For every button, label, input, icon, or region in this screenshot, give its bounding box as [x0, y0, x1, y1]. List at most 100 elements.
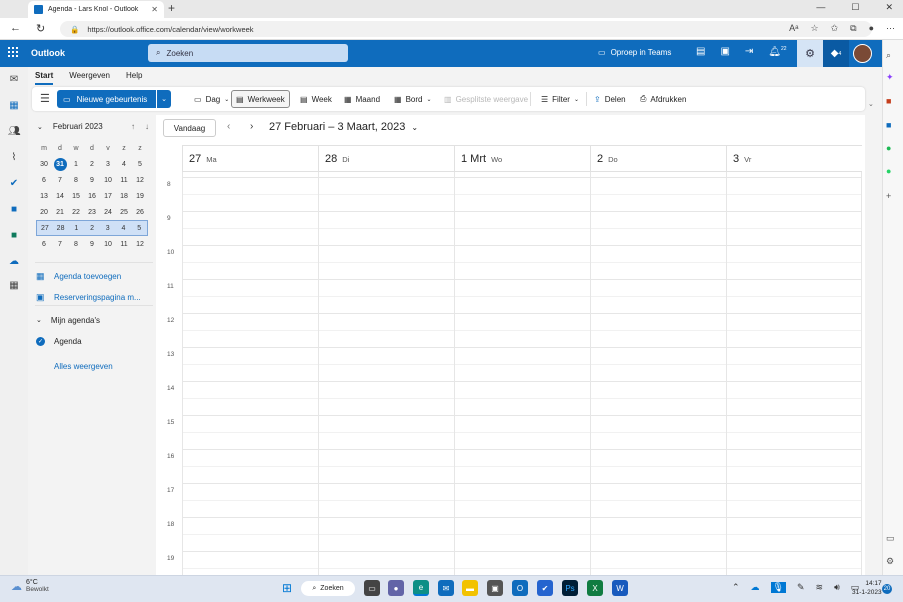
back-icon[interactable]: ←	[10, 22, 21, 34]
ribbon-expand-icon[interactable]: ⌄	[868, 100, 874, 108]
store-icon[interactable]: ▣	[487, 580, 503, 596]
profile-icon[interactable]: ●	[869, 23, 874, 34]
mini-calendar-day[interactable]: 6	[36, 174, 52, 187]
day-header[interactable]: 2 Do	[590, 146, 726, 171]
word-icon[interactable]: W	[612, 580, 628, 596]
url-field[interactable]: 🔒 https://outlook.office.com/calendar/vi…	[60, 21, 872, 37]
mini-calendar-day[interactable]: 15	[68, 190, 84, 203]
hour-row[interactable]: 13	[156, 345, 862, 379]
excel-icon[interactable]: X	[587, 580, 603, 596]
todo-icon[interactable]: ✔	[8, 178, 20, 189]
copilot-icon[interactable]: ✦	[886, 72, 894, 83]
new-tab-icon[interactable]: +	[168, 1, 175, 15]
new-event-button[interactable]: ▭ Nieuwe gebeurtenis	[57, 90, 156, 108]
mini-calendar-day[interactable]: 31	[53, 157, 67, 171]
mail-app-icon[interactable]: ✉	[438, 580, 454, 596]
hour-row[interactable]: 8	[156, 175, 862, 209]
hour-row[interactable]: 10	[156, 243, 862, 277]
prev-week-icon[interactable]: ‹	[227, 121, 230, 132]
mini-calendar-day[interactable]: 9	[84, 174, 100, 187]
hour-row[interactable]: 18	[156, 515, 862, 549]
prev-month-icon[interactable]: ↑	[131, 122, 135, 131]
mini-calendar-day[interactable]: 13	[36, 190, 52, 203]
clock[interactable]: 14:17 31-1-2023	[852, 579, 882, 597]
teams-call-button[interactable]: ▭ Oproep in Teams	[598, 48, 671, 57]
wifi-icon[interactable]: ≋	[816, 582, 824, 593]
pen-icon[interactable]: ✎	[797, 582, 805, 593]
weather-widget[interactable]: ☁ 6°C Bewolkt	[11, 579, 49, 593]
favorites-icon[interactable]: ✩	[831, 23, 839, 34]
microphone-icon[interactable]: 🎙︎	[770, 582, 786, 593]
mini-calendar-day[interactable]: 8	[68, 174, 84, 187]
day-header[interactable]: 27 Ma	[182, 146, 318, 171]
mini-calendar-day[interactable]: 16	[84, 190, 100, 203]
mini-calendar-day[interactable]: 12	[132, 238, 148, 251]
close-tab-icon[interactable]: ✕	[151, 5, 158, 14]
add-sidebar-icon[interactable]: +	[886, 191, 891, 201]
calendar-item-agenda[interactable]: ✓ Agenda	[36, 335, 154, 347]
search-input[interactable]: ⌕ Zoeken	[148, 44, 348, 62]
hour-row[interactable]: 9	[156, 209, 862, 243]
mini-calendar-day[interactable]: 8	[68, 238, 84, 251]
day-header[interactable]: 28 Di	[318, 146, 454, 171]
photoshop-icon[interactable]: Ps	[562, 580, 578, 596]
share-button[interactable]: ⇪ Delen	[590, 90, 630, 108]
read-aloud-icon[interactable]: Aᵃ	[789, 23, 798, 34]
start-icon[interactable]: ⊞	[279, 580, 295, 596]
mini-calendar-day[interactable]: 27	[37, 222, 53, 235]
app-launcher-icon[interactable]	[8, 47, 18, 57]
mini-calendar-day[interactable]: 11	[116, 174, 132, 187]
teams-icon[interactable]: ■	[8, 204, 20, 215]
view-day-button[interactable]: ▭ Dag ⌄	[190, 90, 233, 108]
day-header[interactable]: 3 Vr	[726, 146, 862, 171]
mini-calendar-day[interactable]: 4	[116, 222, 132, 235]
search-sidebar-icon[interactable]: ⌕	[886, 50, 891, 61]
hour-row[interactable]: 12	[156, 311, 862, 345]
mini-calendar-day[interactable]: 18	[116, 190, 132, 203]
mini-calendar-day[interactable]: 20	[36, 206, 52, 219]
mini-calendar-day[interactable]: 26	[132, 206, 148, 219]
mini-calendar-day[interactable]: 5	[131, 222, 147, 235]
mini-calendar-day[interactable]: 1	[68, 222, 84, 235]
mini-calendar-day[interactable]: 10	[100, 174, 116, 187]
mini-calendar-day[interactable]: 7	[52, 174, 68, 187]
forward-icon[interactable]: ⇥	[745, 46, 753, 57]
mini-calendar-day[interactable]: 2	[84, 222, 100, 235]
today-button[interactable]: Vandaag	[163, 119, 216, 137]
add-calendar-link[interactable]: ▦ Agenda toevoegen	[36, 266, 154, 287]
hour-row[interactable]: 14	[156, 379, 862, 413]
mini-calendar-day[interactable]: 5	[132, 158, 148, 171]
tab-start[interactable]: Start	[35, 71, 54, 85]
spotify-icon[interactable]: ●	[886, 143, 891, 153]
mini-calendar-day[interactable]: 21	[52, 206, 68, 219]
hour-row[interactable]: 17	[156, 481, 862, 515]
collapse-chevron-icon[interactable]: ⌄	[37, 123, 43, 131]
hour-row[interactable]: 15	[156, 413, 862, 447]
print-button[interactable]: ⎙ Afdrukken	[636, 90, 690, 108]
bell-icon[interactable]: 🔔︎22	[768, 46, 786, 57]
outlook-sidebar-icon[interactable]: ■	[886, 120, 891, 130]
bookings-icon[interactable]: ■	[8, 230, 20, 241]
onedrive-icon[interactable]: ☁	[8, 256, 20, 267]
mini-calendar-day[interactable]: 25	[116, 206, 132, 219]
chat-icon[interactable]: ▤	[696, 46, 705, 57]
premium-icon[interactable]: ◆ 4	[823, 40, 849, 67]
tools-icon[interactable]: ■	[886, 96, 891, 106]
taskbar-search[interactable]: ⌕ Zoeken	[301, 581, 355, 596]
settings-gear-icon[interactable]: ⚙	[797, 40, 823, 67]
mini-calendar-day[interactable]: 28	[53, 222, 69, 235]
edge-icon[interactable]: e	[413, 580, 429, 596]
time-grid[interactable]: 8 9 10 11 12 13 14 15 16 17 18 19	[156, 172, 862, 575]
mini-calendar-day[interactable]: 9	[84, 238, 100, 251]
whatsapp-icon[interactable]: ●	[886, 166, 891, 176]
mini-calendar-day[interactable]: 3	[100, 222, 116, 235]
todo-app-icon[interactable]: ✔	[537, 580, 553, 596]
sidebar-layout-icon[interactable]: ▭	[886, 533, 895, 544]
refresh-icon[interactable]: ↻	[36, 22, 45, 35]
office-icon[interactable]: ▣	[720, 46, 729, 57]
mini-calendar-day[interactable]: 4	[116, 158, 132, 171]
mini-calendar-day[interactable]: 14	[52, 190, 68, 203]
hour-row[interactable]: 19	[156, 549, 862, 575]
maximize-icon[interactable]: ☐	[851, 2, 859, 13]
collections-icon[interactable]: ⧉	[850, 23, 856, 34]
